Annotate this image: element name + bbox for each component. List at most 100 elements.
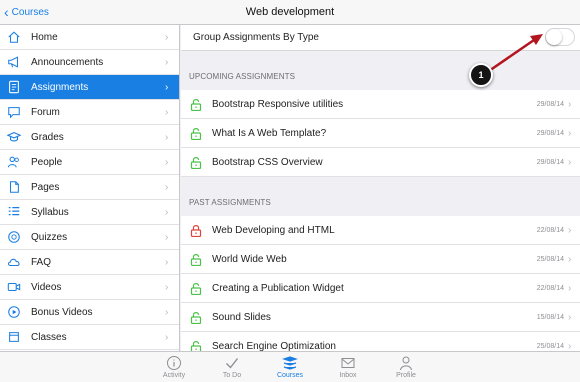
assignment-date: 29/08/14 [536, 158, 564, 166]
tab-inbox[interactable]: Inbox [319, 352, 377, 382]
past-assignments-list: Web Developing and HTML 22/08/14 › World Wi… [181, 216, 580, 351]
unlocked-icon [190, 254, 202, 266]
assignment-title: Bootstrap CSS Overview [212, 156, 323, 168]
assignment-date: 29/08/14 [536, 129, 564, 137]
assignment-row[interactable]: Bootstrap CSS Overview 29/08/14 › [181, 148, 580, 177]
assignment-title: Search Engine Optimization [212, 340, 336, 352]
tab-label: Activity [162, 372, 186, 379]
assignments-panel: Group Assignments By Type UPCOMING ASSIG… [181, 25, 580, 351]
chevron-right-icon: › [568, 224, 572, 236]
sidebar-item-grades[interactable]: Grades › [0, 125, 179, 150]
locked-icon [190, 225, 202, 237]
sidebar-item-quizzes[interactable]: Quizzes › [0, 225, 179, 250]
assignment-title: Web Developing and HTML [212, 224, 335, 236]
classes-icon [5, 330, 23, 344]
sidebar-item-faq[interactable]: FAQ › [0, 250, 179, 275]
activity-icon [167, 356, 181, 370]
chevron-right-icon: › [568, 253, 572, 265]
bonus-video-icon [5, 305, 23, 319]
group-by-type-row: Group Assignments By Type [181, 25, 580, 51]
forum-icon [5, 105, 23, 119]
chevron-right-icon: › [165, 256, 169, 268]
chevron-right-icon: › [165, 31, 169, 43]
sidebar-item-label: Bonus Videos [31, 306, 93, 318]
chevron-right-icon: › [568, 311, 572, 323]
assignment-date: 29/08/14 [536, 100, 564, 108]
chevron-right-icon: › [165, 181, 169, 193]
assignment-date: 25/08/14 [536, 342, 564, 350]
assignment-title: Sound Slides [212, 311, 271, 323]
checkmark-icon [226, 358, 239, 369]
group-by-type-label: Group Assignments By Type [193, 32, 319, 43]
sidebar-item-videos[interactable]: Videos › [0, 275, 179, 300]
sidebar-item-pages[interactable]: Pages › [0, 175, 179, 200]
assignment-row[interactable]: Search Engine Optimization 25/08/14 › [181, 332, 580, 351]
page-title: Web development [245, 6, 335, 18]
sidebar-item-label: Syllabus [31, 206, 69, 218]
assignment-title: What Is A Web Template? [212, 127, 327, 139]
sidebar-item-assignments[interactable]: Assignments › [0, 75, 179, 100]
tab-bar: Activity To Do Courses Inbox Profile [0, 351, 580, 382]
sidebar-item-label: Pages [31, 181, 60, 193]
sidebar-item-bonus-videos[interactable]: Bonus Videos › [0, 300, 179, 325]
chevron-right-icon: › [165, 281, 169, 293]
unlocked-icon [190, 283, 202, 295]
tab-to-do[interactable]: To Do [203, 352, 261, 382]
group-by-type-toggle[interactable] [545, 28, 575, 46]
navigation-bar: ‹ Courses Web development [0, 0, 580, 25]
sidebar-item-syllabus[interactable]: Syllabus › [0, 200, 179, 225]
sidebar-item-label: Home [31, 31, 58, 43]
chevron-right-icon: › [165, 106, 169, 118]
sidebar-item-label: Forum [31, 106, 60, 118]
video-icon [5, 280, 23, 294]
syllabus-icon [5, 205, 23, 219]
tab-label: To Do [222, 372, 242, 379]
tab-profile[interactable]: Profile [377, 352, 435, 382]
sidebar-item-announcements[interactable]: Announcements › [0, 50, 179, 75]
chevron-right-icon: › [568, 340, 572, 352]
unlocked-icon [190, 312, 202, 324]
assignment-date: 22/08/14 [536, 284, 564, 292]
assignment-row[interactable]: Creating a Publication Widget 22/08/14 › [181, 274, 580, 303]
tab-label: Profile [396, 372, 416, 379]
toggle-knob [546, 29, 562, 45]
assignment-icon [5, 80, 23, 94]
people-icon [5, 155, 23, 169]
chevron-right-icon: › [165, 231, 169, 243]
tab-activity[interactable]: Activity [145, 352, 203, 382]
chevron-right-icon: › [165, 81, 169, 93]
assignment-title: World Wide Web [212, 253, 287, 265]
chevron-right-icon: › [165, 131, 169, 143]
grades-icon [5, 130, 23, 144]
assignment-row[interactable]: Bootstrap Responsive utilities 29/08/14 › [181, 90, 580, 119]
assignment-row[interactable]: What Is A Web Template? 29/08/14 › [181, 119, 580, 148]
unlocked-icon [190, 341, 202, 351]
chevron-right-icon: › [568, 98, 572, 110]
tab-courses[interactable]: Courses [261, 352, 319, 382]
assignment-row[interactable]: World Wide Web 25/08/14 › [181, 245, 580, 274]
home-icon [5, 30, 23, 44]
assignment-title: Creating a Publication Widget [212, 282, 344, 294]
tab-label: Courses [276, 372, 304, 379]
sidebar-item-label: Assignments [31, 81, 89, 93]
inbox-icon [341, 358, 355, 368]
unlocked-icon [190, 157, 202, 169]
sidebar-item-people[interactable]: People › [0, 150, 179, 175]
sidebar-item-label: Classes [31, 331, 67, 343]
quizzes-icon [5, 230, 23, 244]
unlocked-icon [190, 99, 202, 111]
cloud-icon [5, 255, 23, 269]
sidebar-item-home[interactable]: Home › [0, 25, 179, 50]
courses-icon [282, 356, 298, 370]
chevron-right-icon: › [165, 56, 169, 68]
course-sidebar: Home › Announcements › Assignments › Forum › Gra… [0, 25, 180, 351]
chevron-right-icon: › [568, 282, 572, 294]
sidebar-item-label: FAQ [31, 256, 52, 268]
assignment-row[interactable]: Sound Slides 15/08/14 › [181, 303, 580, 332]
assignment-row[interactable]: Web Developing and HTML 22/08/14 › [181, 216, 580, 245]
sidebar-item-classes[interactable]: Classes › [0, 325, 179, 350]
sidebar-item-forum[interactable]: Forum › [0, 100, 179, 125]
chevron-right-icon: › [568, 156, 572, 168]
past-assignments-header: PAST ASSIGNMENTS [189, 198, 271, 207]
tab-label: Inbox [339, 372, 357, 379]
